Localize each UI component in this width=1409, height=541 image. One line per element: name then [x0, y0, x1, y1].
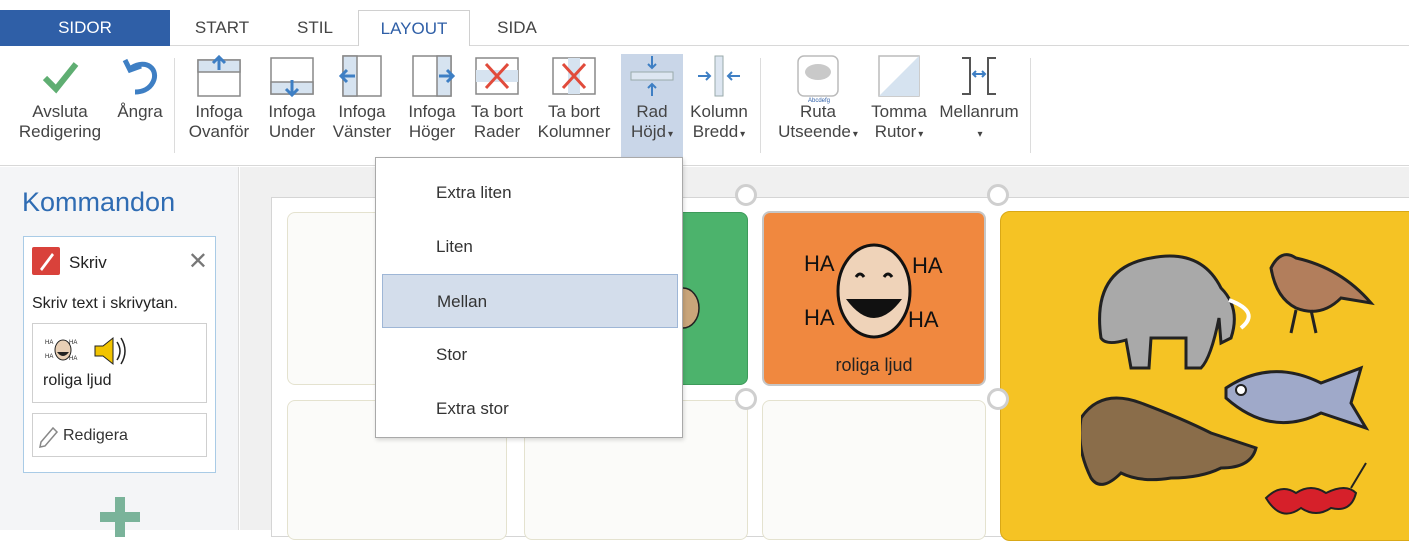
- svg-text:HA: HA: [912, 253, 943, 278]
- ruta-utseende-button[interactable]: Abcdefg Ruta Utseende ▾: [772, 54, 864, 145]
- dropdown-item-extra-liten[interactable]: Extra liten: [376, 166, 682, 220]
- resize-handle[interactable]: [987, 388, 1009, 410]
- rad-hojd-button[interactable]: Rad Höjd ▾: [621, 54, 683, 157]
- svg-text:HA: HA: [45, 354, 53, 360]
- laughing-face-icon: HA HA HA HA: [45, 336, 126, 366]
- green-cell[interactable]: r: [672, 212, 748, 385]
- pencil-icon: [39, 426, 59, 448]
- infoga-hoger-button[interactable]: Infoga Höger: [402, 54, 462, 142]
- panel-title: Kommandon: [22, 187, 176, 217]
- resize-handle[interactable]: [735, 388, 757, 410]
- insert-right-icon: [412, 55, 455, 97]
- infoga-vanster-button[interactable]: Infoga Vänster: [330, 54, 394, 142]
- row-height-icon: [630, 56, 674, 96]
- tab-sida[interactable]: SIDA: [474, 10, 560, 46]
- dropdown-item-extra-stor[interactable]: Extra stor: [376, 382, 682, 436]
- ribbon-separator: [1030, 58, 1031, 153]
- tomma-rutor-button[interactable]: Tomma Rutor ▾: [866, 54, 932, 145]
- tab-bar: SIDOR START STIL LAYOUT SIDA: [0, 0, 1409, 47]
- checkmark-icon: [42, 62, 79, 94]
- resize-handle[interactable]: [987, 184, 1009, 206]
- svg-text:HA: HA: [804, 251, 835, 276]
- command-description: Skriv text i skrivytan.: [32, 295, 178, 312]
- mellanrum-button[interactable]: Mellanrum ▾: [934, 54, 1024, 145]
- angra-button[interactable]: Ångra: [112, 54, 168, 122]
- chevron-down-icon: ▾: [852, 129, 858, 140]
- insert-left-icon: [339, 55, 382, 97]
- chevron-down-icon: ▾: [667, 129, 673, 140]
- edit-button[interactable]: Redigera: [32, 413, 207, 457]
- yellow-cell[interactable]: [1000, 211, 1409, 541]
- add-icon[interactable]: [100, 497, 140, 537]
- tab-start[interactable]: START: [176, 10, 268, 46]
- svg-text:HA: HA: [804, 305, 835, 330]
- laughing-face-icon: HA HA HA HA: [804, 243, 943, 339]
- grid-cell[interactable]: [762, 400, 986, 540]
- dropdown-item-mellan[interactable]: Mellan: [382, 274, 678, 328]
- spacing-icon: [962, 57, 996, 95]
- empty-cells-icon: [878, 55, 920, 97]
- command-card: Skriv ✕ Skriv text i skrivytan. HA HA HA…: [23, 236, 216, 473]
- chevron-down-icon: ▾: [740, 129, 746, 140]
- ribbon-separator: [760, 58, 761, 153]
- resize-handle[interactable]: [735, 184, 757, 206]
- command-item-label: roliga ljud: [43, 372, 112, 389]
- orange-cell[interactable]: HA HA HA HA roliga ljud: [762, 211, 986, 386]
- dropdown-item-stor[interactable]: Stor: [376, 328, 682, 382]
- svg-text:HA: HA: [69, 356, 77, 362]
- tab-stil[interactable]: STIL: [270, 10, 360, 46]
- tab-sidor[interactable]: SIDOR: [0, 10, 170, 46]
- row-height-dropdown: Extra liten Liten Mellan Stor Extra stor: [375, 157, 683, 438]
- chevron-down-icon: ▾: [977, 129, 983, 140]
- ta-bort-rader-button[interactable]: Ta bort Rader: [466, 54, 528, 142]
- svg-text:HA: HA: [45, 340, 53, 346]
- animals-icon: [1081, 253, 1375, 515]
- ta-bort-kolumner-button[interactable]: Ta bort Kolumner: [534, 54, 614, 142]
- command-item[interactable]: HA HA HA HA roliga ljud: [32, 323, 207, 403]
- kolumn-bredd-button[interactable]: Kolumn Bredd ▾: [686, 54, 752, 145]
- command-name: Skriv: [69, 253, 107, 272]
- avsluta-redigering-button[interactable]: Avsluta Redigering: [12, 54, 108, 142]
- ribbon-separator: [174, 58, 175, 153]
- command-header: Skriv ✕: [32, 245, 212, 277]
- orange-cell-label: roliga ljud: [835, 355, 913, 375]
- chevron-down-icon: ▾: [918, 129, 924, 140]
- commands-panel: Kommandon Skriv ✕ Skriv text i skrivytan…: [0, 167, 239, 537]
- delete-columns-icon: [552, 57, 596, 95]
- insert-above-icon: [197, 54, 241, 97]
- svg-text:HA: HA: [908, 307, 939, 332]
- infoga-ovanfor-button[interactable]: Infoga Ovanför: [184, 54, 254, 142]
- delete-rows-icon: [475, 57, 519, 95]
- infoga-under-button[interactable]: Infoga Under: [262, 54, 322, 142]
- dropdown-item-liten[interactable]: Liten: [376, 220, 682, 274]
- pen-icon: [32, 247, 60, 275]
- undo-icon: [122, 58, 157, 95]
- column-width-icon: [698, 55, 740, 97]
- insert-below-icon: [270, 57, 314, 98]
- ribbon: Avsluta Redigering Ångra Infoga Ovanför …: [0, 46, 1409, 166]
- tab-layout[interactable]: LAYOUT: [358, 10, 470, 47]
- close-icon[interactable]: ✕: [188, 247, 208, 276]
